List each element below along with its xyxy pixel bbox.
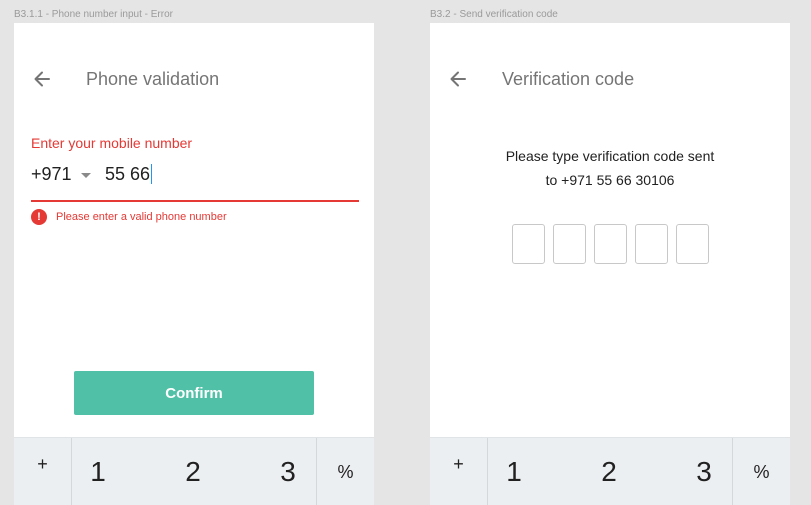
instruction-line-2: to +971 55 66 30106 [545, 172, 675, 188]
back-arrow-icon[interactable] [448, 69, 468, 89]
code-digit-input-2[interactable] [553, 224, 586, 264]
frame-label-phone-input: B3.1.1 - Phone number input - Error [14, 9, 173, 20]
confirm-button[interactable]: Confirm [74, 371, 314, 415]
error-message: Please enter a valid phone number [56, 211, 227, 223]
page-title: Phone validation [86, 69, 220, 89]
error-circle-icon: ! [31, 209, 47, 225]
phone-number-value: 55 66 [105, 163, 151, 184]
verification-instruction: Please type verification code sent to +9… [430, 144, 790, 192]
numeric-keypad: + 1 2 3 % [430, 437, 790, 505]
country-code-select[interactable]: +971 [31, 162, 91, 186]
text-cursor [151, 164, 153, 184]
error-message-row: ! Please enter a valid phone number [31, 208, 227, 226]
code-input-group [512, 224, 717, 264]
key-1[interactable]: 1 [68, 438, 128, 505]
code-digit-input-1[interactable] [512, 224, 545, 264]
code-digit-input-5[interactable] [676, 224, 709, 264]
key-percent[interactable]: % [316, 438, 374, 505]
numeric-keypad: + 1 2 3 % [14, 437, 374, 505]
phone-number-input[interactable]: 55 66 [105, 162, 153, 186]
key-3[interactable]: 3 [674, 438, 734, 505]
phone-number-field: +971 55 66 [31, 162, 359, 202]
mobile-number-label: Enter your mobile number [31, 135, 193, 151]
key-percent[interactable]: % [732, 438, 790, 505]
phone-validation-screen: Phone validation Enter your mobile numbe… [14, 23, 374, 505]
key-plus[interactable]: + [430, 438, 488, 505]
frame-label-verification: B3.2 - Send verification code [430, 9, 558, 20]
key-1[interactable]: 1 [484, 438, 544, 505]
verification-code-screen: Verification code Please type verificati… [430, 23, 790, 505]
header: Phone validation [14, 63, 374, 95]
back-arrow-icon[interactable] [32, 69, 52, 89]
key-2[interactable]: 2 [579, 438, 639, 505]
instruction-line-1: Please type verification code sent [505, 148, 715, 164]
caret-down-icon [80, 173, 91, 178]
key-plus[interactable]: + [14, 438, 72, 505]
key-3[interactable]: 3 [258, 438, 318, 505]
header: Verification code [430, 63, 790, 95]
key-2[interactable]: 2 [163, 438, 223, 505]
country-code-value: +971 [31, 163, 72, 184]
code-digit-input-4[interactable] [635, 224, 668, 264]
page-title: Verification code [502, 69, 635, 89]
code-digit-input-3[interactable] [594, 224, 627, 264]
